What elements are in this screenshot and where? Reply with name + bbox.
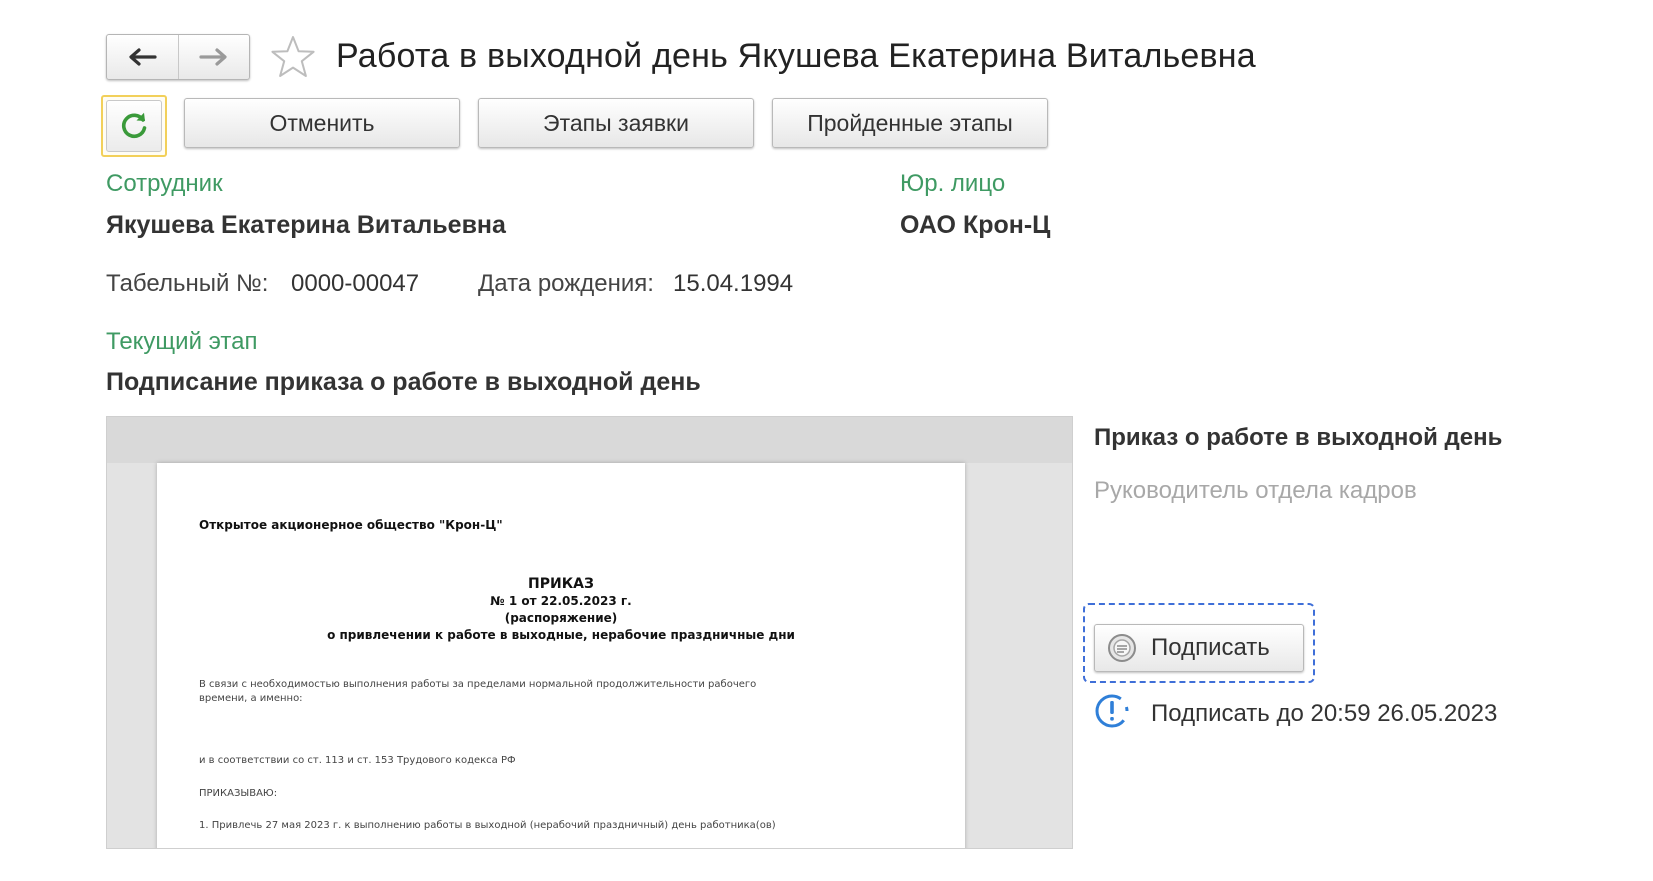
back-arrow-icon <box>129 48 157 66</box>
legal-entity-label: Юр. лицо <box>900 170 1006 197</box>
forward-button[interactable] <box>177 35 250 79</box>
history-nav <box>106 34 250 80</box>
forward-arrow-icon <box>199 48 227 66</box>
doc-kind: (распоряжение) <box>504 611 618 625</box>
doc-item-1: 1. Привлечь 27 мая 2023 г. к выполнению … <box>199 820 776 831</box>
legal-entity-value[interactable]: ОАО Крон-Ц <box>900 211 1050 240</box>
warning-icon <box>1095 694 1129 728</box>
star-icon[interactable] <box>270 34 316 80</box>
cancel-button[interactable]: Отменить <box>184 98 460 148</box>
doc-paragraph-1-line-2: времени, а именно: <box>199 693 303 704</box>
doc-paragraph-2: и в соответствии со ст. 113 и ст. 153 Тр… <box>199 755 516 766</box>
refresh-button-face <box>106 100 162 152</box>
tab-number-label: Табельный №: <box>106 270 269 297</box>
sign-button-label: Подписать <box>1151 634 1270 661</box>
request-stages-button[interactable]: Этапы заявки <box>478 98 754 148</box>
doc-paragraph-1-line-1: В связи с необходимостью выполнения рабо… <box>199 679 757 690</box>
tab-number-value: 0000-00047 <box>291 270 420 297</box>
doc-number: № 1 от 22.05.2023 г. <box>490 594 632 608</box>
page-title: Работа в выходной день Якушева Екатерина… <box>336 37 1256 75</box>
current-stage-label: Текущий этап <box>106 328 258 355</box>
refresh-button[interactable] <box>101 95 167 157</box>
employee-name[interactable]: Якушева Екатерина Витальевна <box>106 211 506 240</box>
document-preview[interactable]: Открытое акционерное общество "Крон-Ц" П… <box>106 416 1073 849</box>
sign-deadline: Подписать до 20:59 26.05.2023 <box>1151 700 1498 727</box>
signing-doc-title: Приказ о работе в выходной день <box>1094 424 1503 451</box>
back-button[interactable] <box>107 35 178 79</box>
doc-heading: ПРИКАЗ <box>528 576 594 592</box>
signer-role: Руководитель отдела кадров <box>1094 477 1417 504</box>
passed-stages-button[interactable]: Пройденные этапы <box>772 98 1048 148</box>
sign-icon <box>1108 634 1136 662</box>
doc-organization: Открытое акционерное общество "Крон-Ц" <box>199 518 503 532</box>
employee-label: Сотрудник <box>106 170 223 197</box>
birth-date-value: 15.04.1994 <box>673 270 794 297</box>
sign-button[interactable]: Подписать <box>1094 624 1304 672</box>
birth-date-label: Дата рождения: <box>478 270 654 297</box>
current-stage-value: Подписание приказа о работе в выходной д… <box>106 368 701 396</box>
doc-subject: о привлечении к работе в выходные, нераб… <box>327 628 795 642</box>
document-page: Открытое акционерное общество "Крон-Ц" П… <box>157 463 965 848</box>
preview-toolbar-area <box>107 417 1072 463</box>
refresh-icon <box>121 112 147 139</box>
doc-order: ПРИКАЗЫВАЮ: <box>199 788 278 799</box>
